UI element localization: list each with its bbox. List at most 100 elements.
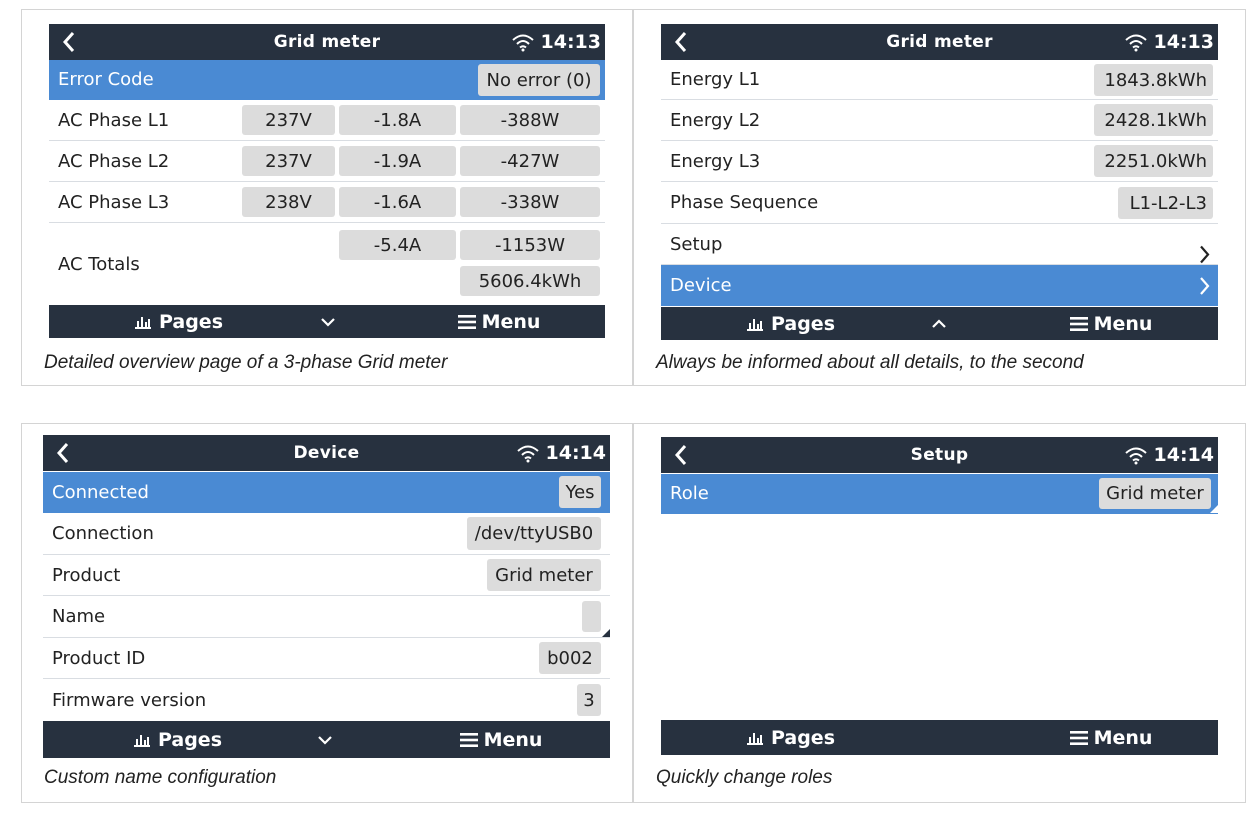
hamburger-menu-icon [457,314,476,329]
row-label: Phase Sequence [670,192,819,213]
device-row[interactable]: Device [661,265,1218,306]
menu-button[interactable]: Menu [1041,307,1181,340]
power-value: -338W [460,187,600,217]
total-current-value: -5.4A [339,230,456,260]
power-value: -427W [460,146,600,176]
wifi-icon [516,445,539,463]
row-label: Product [52,564,121,586]
firmware-version-row[interactable]: Firmware version 3 [43,679,610,721]
pages-label: Pages [157,728,223,751]
pages-label: Pages [770,726,836,749]
pages-button[interactable]: Pages [711,720,871,755]
product-row[interactable]: Product Grid meter [43,555,610,596]
bottom-nav-bar: Pages Menu [661,307,1218,340]
power-value: -388W [460,105,600,135]
panel-device: Device 14:14 Connected Yes Connection /d… [21,423,633,803]
pages-label: Pages [770,312,836,335]
screen: Grid meter 14:13 Error Code No error (0)… [49,24,605,338]
ac-totals-row[interactable]: AC Totals -5.4A -1153W 5606.4kWh [49,223,605,305]
wifi-icon [1124,447,1147,465]
current-value: -1.6A [339,187,456,217]
phase-label: AC Phase L1 [58,109,170,131]
screen: Grid meter 14:13 Energy L1 1843.8kWh Ene… [661,24,1218,340]
setup-row[interactable]: Setup [661,224,1218,265]
row-label: Firmware version [52,689,207,711]
menu-label: Menu [1093,726,1153,749]
row-value: 2428.1kWh [1094,104,1213,136]
scroll-down-button[interactable] [311,305,345,338]
energy-row-l3[interactable]: Energy L3 2251.0kWh [661,141,1218,182]
edit-corner-icon [602,629,610,637]
bottom-nav-bar: Pages Menu [661,720,1218,755]
row-label: Product ID [52,647,146,669]
row-label: Connection [52,523,154,544]
caption: Always be informed about all details, to… [656,352,1084,373]
caption: Quickly change roles [656,767,833,788]
error-code-row[interactable]: Error Code No error (0) [49,60,605,100]
menu-button[interactable]: Menu [1041,720,1181,755]
caption: Custom name configuration [44,767,277,788]
menu-label: Menu [483,728,543,751]
phase-row-l2[interactable]: AC Phase L2 237V -1.9A -427W [49,141,605,182]
chevron-right-icon [1200,245,1210,264]
menu-button[interactable]: Menu [431,721,571,758]
phase-row-l1[interactable]: AC Phase L1 237V -1.8A -388W [49,100,605,141]
name-input[interactable] [582,601,601,632]
product-id-row[interactable]: Product ID b002 [43,638,610,679]
total-energy-value: 5606.4kWh [460,266,600,296]
row-value: Yes [559,476,601,508]
phase-label: AC Phase L3 [58,191,170,213]
scroll-up-button[interactable] [922,307,956,340]
top-bar: Device 14:14 [43,435,610,471]
energy-row-l2[interactable]: Energy L2 2428.1kWh [661,100,1218,141]
top-bar: Grid meter 14:13 [661,24,1218,60]
screen: Device 14:14 Connected Yes Connection /d… [43,435,610,758]
chevron-right-icon [1200,277,1210,295]
row-value: /dev/ttyUSB0 [467,517,601,550]
name-row[interactable]: Name [43,596,610,638]
voltage-value: 237V [242,146,335,176]
menu-button[interactable]: Menu [429,305,569,338]
row-label: Name [52,606,106,627]
clock: 14:14 [545,442,606,464]
pages-button[interactable]: Pages [98,721,258,758]
row-value: L1-L2-L3 [1118,187,1213,219]
row-label: Energy L3 [670,150,761,172]
wifi-icon [511,34,534,52]
voltage-value: 237V [242,105,335,135]
phase-row-l3[interactable]: AC Phase L3 238V -1.6A -338W [49,182,605,223]
hamburger-menu-icon [459,732,478,747]
bottom-nav-bar: Pages Menu [49,305,605,338]
screen: Setup 14:14 Role Grid meter Pages Menu [661,437,1218,755]
row-value: Grid meter [487,559,601,591]
device-label: Device [670,274,732,296]
phase-sequence-row[interactable]: Phase Sequence L1-L2-L3 [661,182,1218,224]
row-label: Connected [52,481,149,503]
clock: 14:13 [540,31,601,53]
role-label: Role [670,483,709,504]
chevron-up-icon [932,318,946,328]
ac-totals-label: AC Totals [58,253,140,275]
phase-label: AC Phase L2 [58,150,170,172]
row-value: 1843.8kWh [1094,64,1213,96]
error-code-value: No error (0) [478,64,600,96]
error-code-label: Error Code [58,69,154,90]
role-row[interactable]: Role Grid meter [661,474,1218,514]
scroll-down-button[interactable] [308,721,342,758]
role-value[interactable]: Grid meter [1099,478,1211,509]
hamburger-menu-icon [1069,730,1088,745]
connected-row[interactable]: Connected Yes [43,472,610,513]
pages-button[interactable]: Pages [99,305,259,338]
bars-chart-icon [746,318,763,331]
pages-button[interactable]: Pages [711,307,871,340]
bottom-nav-bar: Pages Menu [43,721,610,758]
total-power-value: -1153W [460,230,600,260]
energy-row-l1[interactable]: Energy L1 1843.8kWh [661,60,1218,100]
row-value: 3 [577,684,601,716]
caption: Detailed overview page of a 3-phase Grid… [44,352,448,373]
edit-corner-icon [1210,505,1218,513]
panel-setup: Setup 14:14 Role Grid meter Pages Menu Q… [633,423,1246,803]
status-area: 14:13 [1124,24,1214,60]
connection-row[interactable]: Connection /dev/ttyUSB0 [43,513,610,555]
top-bar: Setup 14:14 [661,437,1218,473]
